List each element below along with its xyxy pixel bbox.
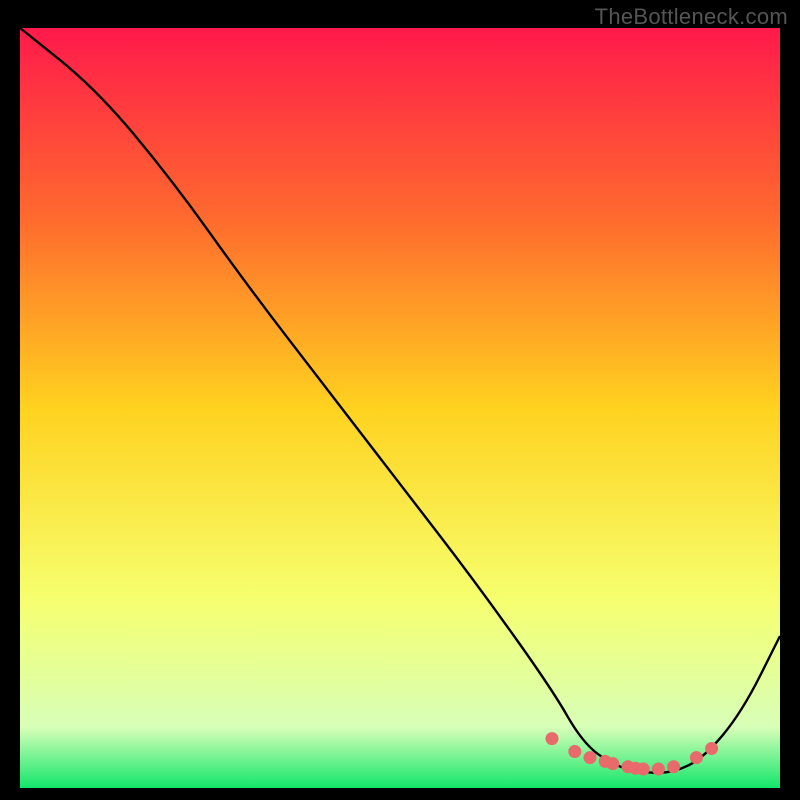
gradient-background xyxy=(20,28,780,788)
watermark-text: TheBottleneck.com xyxy=(595,4,788,30)
chart-stage: TheBottleneck.com xyxy=(0,0,800,800)
valley-marker xyxy=(637,763,650,776)
valley-marker xyxy=(690,751,703,764)
valley-marker xyxy=(584,751,597,764)
valley-marker xyxy=(652,763,665,776)
valley-marker xyxy=(546,732,559,745)
valley-marker xyxy=(705,742,718,755)
valley-marker xyxy=(606,757,619,770)
valley-marker xyxy=(568,745,581,758)
valley-marker xyxy=(667,760,680,773)
chart-svg xyxy=(20,28,780,788)
plot-frame xyxy=(20,28,780,788)
